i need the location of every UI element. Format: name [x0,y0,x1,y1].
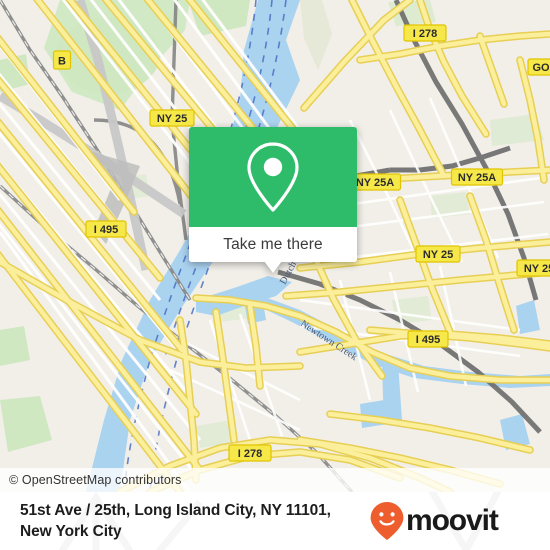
road-shield: I 278 [228,444,272,462]
bottom-info-bar: 51st Ave / 25th, Long Island City, NY 11… [0,492,550,550]
road-shield-label: NY 25 [423,249,453,261]
take-me-there-button[interactable]: Take me there [223,236,323,254]
road-shield-label: B [58,56,66,68]
road-shield: GO [527,58,550,76]
popup-card-body: Take me there [189,127,357,262]
map-pin-icon [247,142,299,212]
moovit-wordmark: moovit [406,504,499,537]
road-shield: B [52,50,72,70]
attribution-text: © OpenStreetMap contributors [9,473,182,487]
popup-card-header [189,127,357,227]
popup-card-footer[interactable]: Take me there [189,227,357,262]
road-shield: I 495 [85,220,127,238]
road-shield: I 495 [407,330,449,348]
road-shield-label: NY 25A [356,177,394,189]
map-screenshot: Dutch Kills Newtown Creek B NY 25 I 278 … [0,0,550,550]
moovit-logo[interactable]: moovit [369,501,499,541]
location-popup-card[interactable]: Take me there [189,127,357,273]
map-attribution: © OpenStreetMap contributors [0,468,550,492]
road-shield-label: NY 25A [458,172,496,184]
location-address: 51st Ave / 25th, Long Island City, NY 11… [20,502,331,540]
road-shield: NY 25A [450,168,504,186]
road-shield-label: I 495 [416,334,440,346]
popup-card-tail [264,261,282,273]
road-shield: NY 25 [415,245,461,263]
road-shield: NY 25 [516,259,550,277]
road-shield-label: NY 25 [524,263,550,275]
road-shield-label: I 278 [238,448,262,460]
moovit-smiley-pin-icon [370,502,404,540]
road-shield-label: NY 25 [157,113,187,125]
road-shield-label: I 278 [413,28,437,40]
road-shield: NY 25 [149,109,195,127]
road-shield-label: I 495 [94,224,118,236]
road-shield: NY 25A [348,173,402,191]
road-shield: I 278 [403,24,447,42]
road-shield-label: GO [532,62,550,74]
